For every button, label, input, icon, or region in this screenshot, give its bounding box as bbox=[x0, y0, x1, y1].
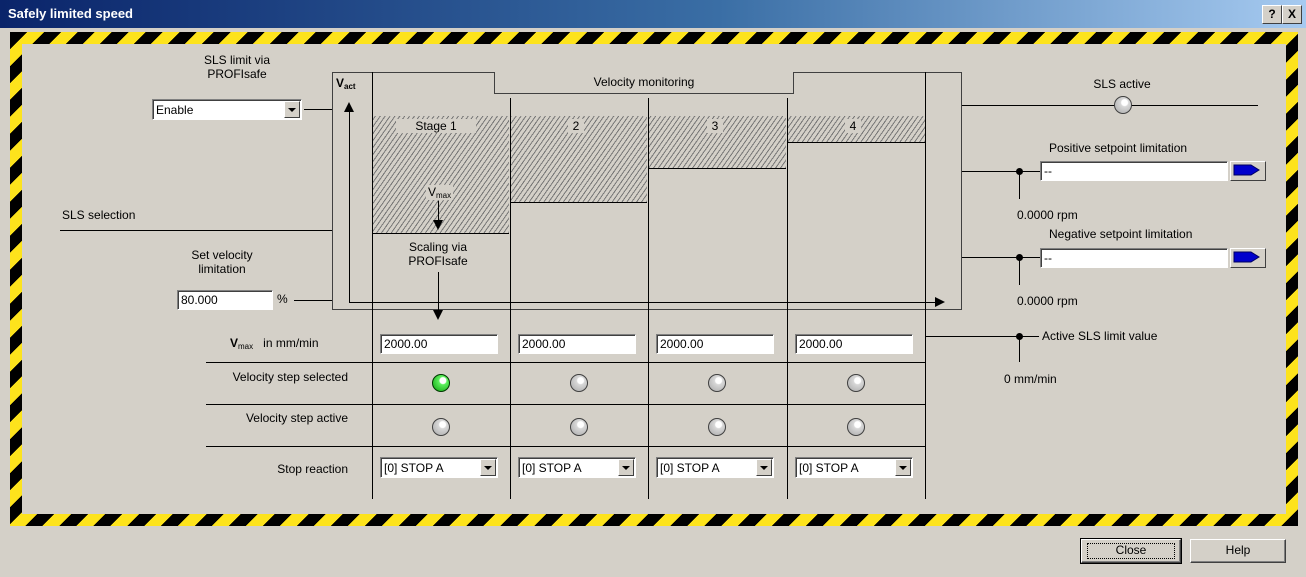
chevron-down-icon[interactable] bbox=[480, 459, 496, 476]
step-selected-label: Velocity step selected bbox=[232, 370, 348, 384]
vmax-arrow-line bbox=[438, 201, 439, 221]
col-sep-3 bbox=[787, 98, 788, 499]
col-sep-2 bbox=[648, 98, 649, 499]
positive-stem bbox=[1019, 171, 1020, 199]
vmax-input-2[interactable]: 2000.00 bbox=[518, 334, 636, 354]
sls-limit-label-2: PROFIsafe bbox=[207, 67, 267, 81]
content-panel: SLS limit via PROFIsafe Enable SLS selec… bbox=[22, 44, 1286, 514]
step-active-led-1 bbox=[432, 418, 450, 436]
positive-limit-field[interactable]: -- bbox=[1040, 161, 1228, 181]
negative-goto-button[interactable] bbox=[1230, 248, 1266, 268]
chevron-down-icon[interactable] bbox=[618, 459, 634, 476]
step-active-led-2 bbox=[570, 418, 588, 436]
stage1-area bbox=[372, 116, 509, 234]
stop-reaction-select-1[interactable]: [0] STOP A bbox=[380, 457, 498, 478]
positive-goto-button[interactable] bbox=[1230, 161, 1266, 181]
step-selected-led-1 bbox=[432, 374, 450, 392]
stage4-label: 4 bbox=[845, 119, 861, 133]
velocity-monitoring-header: Velocity monitoring bbox=[494, 72, 794, 94]
row-sep-1 bbox=[206, 362, 925, 363]
sls-active-label: SLS active bbox=[1093, 77, 1151, 91]
sls-active-line bbox=[962, 105, 1258, 106]
stage3-label: 3 bbox=[707, 119, 723, 133]
arrow-right-icon bbox=[1233, 251, 1260, 263]
vact-label: Vact bbox=[336, 76, 356, 91]
active-limit-stem bbox=[1019, 336, 1020, 362]
negative-rpm: 0.0000 rpm bbox=[1017, 294, 1078, 308]
vmax-row-label: Vmax in mm/min bbox=[230, 336, 319, 351]
vmax-diagram-label: Vmax bbox=[426, 185, 454, 200]
positive-line bbox=[962, 171, 1040, 172]
vmax-input-4[interactable]: 2000.00 bbox=[795, 334, 913, 354]
x-axis-arrow-icon bbox=[935, 297, 945, 307]
stop-reaction-select-4[interactable]: [0] STOP A bbox=[795, 457, 913, 478]
step-active-led-3 bbox=[708, 418, 726, 436]
dialog-window: Safely limited speed ? X SLS limit via P… bbox=[0, 0, 1306, 577]
velocity-monitoring-title: Velocity monitoring bbox=[593, 75, 695, 89]
active-limit-value: 0 mm/min bbox=[1004, 372, 1057, 386]
help-title-button[interactable]: ? bbox=[1262, 5, 1282, 24]
vmax-arrow-icon bbox=[433, 220, 443, 230]
sls-selection-line bbox=[60, 230, 332, 231]
sls-limit-label-1: SLS limit via bbox=[203, 53, 271, 67]
window-title: Safely limited speed bbox=[8, 6, 133, 21]
chevron-down-icon[interactable] bbox=[895, 459, 911, 476]
sls-active-led bbox=[1114, 96, 1132, 114]
step-selected-led-2 bbox=[570, 374, 588, 392]
connector-line bbox=[304, 109, 332, 110]
sls-selection-label: SLS selection bbox=[62, 208, 136, 222]
step-active-label: Velocity step active bbox=[245, 411, 348, 425]
scaling-arrow-line bbox=[438, 272, 439, 314]
step-active-led-4 bbox=[847, 418, 865, 436]
col-sep-1 bbox=[510, 98, 511, 499]
set-velocity-label-1: Set velocity bbox=[191, 248, 253, 262]
col-sep-0 bbox=[372, 72, 373, 499]
close-title-button[interactable]: X bbox=[1282, 5, 1302, 24]
scaling-label-1: Scaling via bbox=[408, 240, 468, 254]
close-button[interactable]: Close bbox=[1080, 538, 1182, 564]
scaling-label-2: PROFIsafe bbox=[408, 254, 468, 268]
positive-rpm: 0.0000 rpm bbox=[1017, 208, 1078, 222]
sls-limit-select[interactable]: Enable bbox=[152, 99, 302, 120]
negative-line bbox=[962, 257, 1040, 258]
negative-limit-label: Negative setpoint limitation bbox=[1049, 227, 1193, 241]
negative-stem bbox=[1019, 257, 1020, 285]
set-velocity-label-2: limitation bbox=[198, 262, 246, 276]
stop-reaction-label: Stop reaction bbox=[277, 462, 348, 476]
title-bar[interactable]: Safely limited speed ? X bbox=[0, 0, 1306, 28]
y-axis bbox=[349, 106, 350, 302]
sls-limit-value: Enable bbox=[156, 103, 194, 117]
chevron-down-icon[interactable] bbox=[756, 459, 772, 476]
percent-unit: % bbox=[277, 292, 288, 306]
stop-reaction-select-2[interactable]: [0] STOP A bbox=[518, 457, 636, 478]
stop-reaction-select-3[interactable]: [0] STOP A bbox=[656, 457, 774, 478]
row-sep-2 bbox=[206, 404, 925, 405]
col-sep-4 bbox=[925, 72, 926, 499]
negative-limit-field[interactable]: -- bbox=[1040, 248, 1228, 268]
help-button[interactable]: Help bbox=[1190, 539, 1286, 563]
vmax-input-3[interactable]: 2000.00 bbox=[656, 334, 774, 354]
arrow-right-icon bbox=[1233, 164, 1260, 176]
stage2-label: 2 bbox=[568, 119, 584, 133]
positive-limit-label: Positive setpoint limitation bbox=[1049, 141, 1188, 155]
step-selected-led-4 bbox=[847, 374, 865, 392]
vmax-input-1[interactable]: 2000.00 bbox=[380, 334, 498, 354]
scaling-arrow-icon bbox=[433, 310, 443, 320]
chevron-down-icon[interactable] bbox=[284, 101, 300, 118]
set-velocity-line bbox=[294, 300, 332, 301]
row-sep-3 bbox=[206, 446, 925, 447]
stage1-label: Stage 1 bbox=[396, 119, 476, 133]
step-selected-led-3 bbox=[708, 374, 726, 392]
set-velocity-input[interactable]: 80.000 bbox=[177, 290, 273, 310]
warning-stripe-border: SLS limit via PROFIsafe Enable SLS selec… bbox=[10, 32, 1298, 526]
active-limit-label: Active SLS limit value bbox=[1042, 329, 1158, 343]
y-axis-arrow-icon bbox=[344, 102, 354, 112]
